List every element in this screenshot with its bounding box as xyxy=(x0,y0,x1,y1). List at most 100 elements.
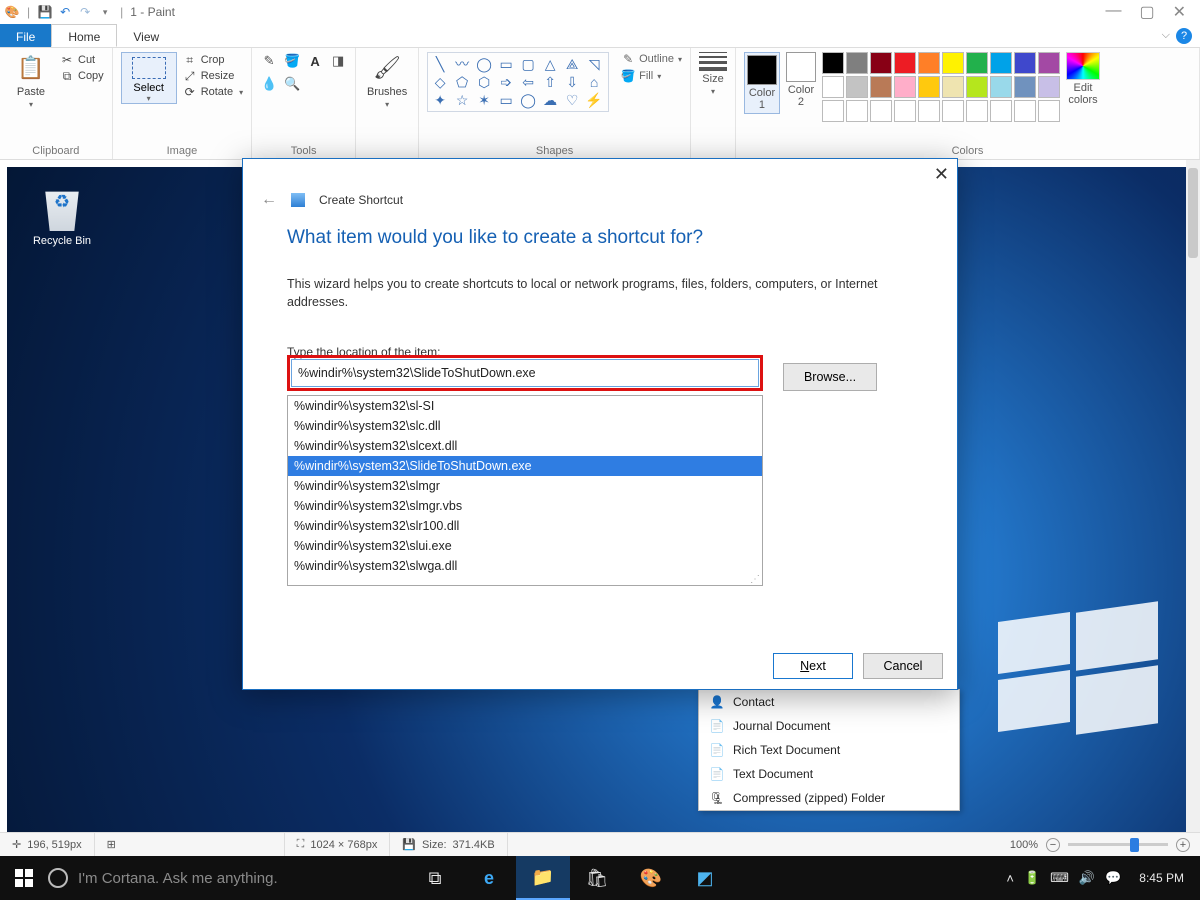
palette-swatch[interactable] xyxy=(966,76,988,98)
shape-arrow-left-icon[interactable]: ⇦ xyxy=(518,73,538,91)
palette-swatch-empty[interactable] xyxy=(918,100,940,122)
shape-arrow-up-icon[interactable]: ⇧ xyxy=(540,73,560,91)
shape-polygon-icon[interactable]: ⟁ xyxy=(562,55,582,73)
palette-swatch[interactable] xyxy=(1014,76,1036,98)
palette-swatch[interactable] xyxy=(822,76,844,98)
palette-swatch[interactable] xyxy=(942,76,964,98)
picker-tool-icon[interactable]: 💧 xyxy=(260,75,278,93)
zoom-slider[interactable] xyxy=(1068,843,1168,846)
size-button[interactable]: Size ▾ xyxy=(699,52,727,96)
eraser-tool-icon[interactable]: ◨ xyxy=(329,52,347,70)
autocomplete-item[interactable]: %windir%\system32\slc.dll xyxy=(288,416,762,436)
shape-line-icon[interactable]: ╲ xyxy=(430,55,450,73)
palette-swatch-empty[interactable] xyxy=(894,100,916,122)
dialog-close-icon[interactable]: ✕ xyxy=(934,164,949,185)
palette-swatch[interactable] xyxy=(1014,52,1036,74)
color1-button[interactable]: Color 1 xyxy=(744,52,780,114)
palette-swatch[interactable] xyxy=(846,52,868,74)
cancel-button[interactable]: Cancel xyxy=(863,653,943,679)
cut-button[interactable]: ✂Cut xyxy=(60,52,104,68)
autocomplete-item[interactable]: %windir%\system32\slui.exe xyxy=(288,536,762,556)
shapes-gallery[interactable]: ╲ 〰 ◯ ▭ ▢ △ ⟁ ◹ ◇ ⬠ ⬡ ➩ ⇦ ⇧ ⇩ ⌂ xyxy=(427,52,609,112)
shape-home-icon[interactable]: ⌂ xyxy=(584,73,604,91)
text-tool-icon[interactable]: A xyxy=(306,52,324,70)
location-input[interactable] xyxy=(291,359,759,387)
palette-swatch[interactable] xyxy=(894,52,916,74)
tab-file[interactable]: File xyxy=(0,24,51,47)
palette-swatch[interactable] xyxy=(966,52,988,74)
zoom-slider-thumb[interactable] xyxy=(1130,838,1139,852)
paste-button[interactable]: 📋 Paste ▾ xyxy=(8,52,54,109)
taskbar-paint[interactable]: 🎨 xyxy=(624,856,678,900)
resize-handle-icon[interactable]: ⋰ xyxy=(288,576,762,585)
autocomplete-item[interactable]: %windir%\system32\sl-SI xyxy=(288,396,762,416)
start-button[interactable] xyxy=(0,856,48,900)
taskbar-store[interactable]: 🛍 xyxy=(570,856,624,900)
shape-triangle-icon[interactable]: △ xyxy=(540,55,560,73)
shape-rect-icon[interactable]: ▭ xyxy=(496,55,516,73)
shape-roundrect-icon[interactable]: ▢ xyxy=(518,55,538,73)
zoom-out-icon[interactable]: − xyxy=(1046,838,1060,852)
recycle-bin[interactable]: ♻ Recycle Bin xyxy=(27,183,97,247)
save-icon[interactable]: 💾 xyxy=(37,4,53,20)
ctx-rtf[interactable]: 📄Rich Text Document xyxy=(699,738,959,762)
palette-swatch[interactable] xyxy=(1038,52,1060,74)
shape-heart-icon[interactable]: ♡ xyxy=(562,91,582,109)
palette-swatch[interactable] xyxy=(870,52,892,74)
ctx-journal[interactable]: 📄Journal Document xyxy=(699,714,959,738)
palette-swatch[interactable] xyxy=(870,76,892,98)
help-icon[interactable]: ? xyxy=(1176,28,1192,44)
magnifier-tool-icon[interactable]: 🔍 xyxy=(283,75,301,93)
palette-swatch-empty[interactable] xyxy=(1014,100,1036,122)
palette-swatch[interactable] xyxy=(918,52,940,74)
autocomplete-item[interactable]: %windir%\system32\slmgr.vbs xyxy=(288,496,762,516)
crop-button[interactable]: ⌗Crop xyxy=(183,52,243,68)
close-icon[interactable]: ✕ xyxy=(1173,2,1186,22)
brushes-button[interactable]: 🖌 Brushes ▾ xyxy=(364,52,410,109)
palette-swatch[interactable] xyxy=(990,76,1012,98)
palette-swatch[interactable] xyxy=(1038,76,1060,98)
browse-button[interactable]: Browse... xyxy=(783,363,877,391)
autocomplete-item[interactable]: %windir%\system32\slwga.dll xyxy=(288,556,762,576)
autocomplete-item[interactable]: %windir%\system32\slmgr xyxy=(288,476,762,496)
fill-tool-icon[interactable]: 🪣 xyxy=(283,52,301,70)
shape-star4-icon[interactable]: ✦ xyxy=(430,91,450,109)
shape-hexagon-icon[interactable]: ⬡ xyxy=(474,73,494,91)
volume-icon[interactable]: 🔊 xyxy=(1079,870,1095,886)
shape-lightning-icon[interactable]: ⚡ xyxy=(584,91,604,109)
taskbar-app[interactable]: ◩ xyxy=(678,856,732,900)
shape-curve-icon[interactable]: 〰 xyxy=(452,55,472,73)
taskbar-edge[interactable]: e xyxy=(462,856,516,900)
shape-oval-icon[interactable]: ◯ xyxy=(474,55,494,73)
palette-swatch-empty[interactable] xyxy=(942,100,964,122)
scrollbar-thumb[interactable] xyxy=(1188,168,1198,258)
palette-swatch[interactable] xyxy=(822,52,844,74)
action-center-icon[interactable]: 💬 xyxy=(1105,870,1121,886)
maximize-icon[interactable]: ▢ xyxy=(1139,2,1154,22)
back-icon[interactable]: ← xyxy=(261,191,277,209)
tray-chevron-icon[interactable]: ˄ xyxy=(1006,871,1014,886)
keyboard-icon[interactable]: ⌨ xyxy=(1050,870,1069,886)
pencil-tool-icon[interactable]: ✎ xyxy=(260,52,278,70)
shape-star5-icon[interactable]: ☆ xyxy=(452,91,472,109)
task-view-button[interactable]: ⧉ xyxy=(408,856,462,900)
shape-arrow-down-icon[interactable]: ⇩ xyxy=(562,73,582,91)
palette-swatch[interactable] xyxy=(894,76,916,98)
tab-view[interactable]: View xyxy=(117,24,175,47)
copy-button[interactable]: ⧉Copy xyxy=(60,68,104,84)
vertical-scrollbar[interactable] xyxy=(1186,160,1200,832)
redo-icon[interactable]: ↷ xyxy=(77,4,93,20)
resize-button[interactable]: ⤢Resize xyxy=(183,68,243,84)
ctx-zip[interactable]: 🗜Compressed (zipped) Folder xyxy=(699,786,959,810)
shape-star6-icon[interactable]: ✶ xyxy=(474,91,494,109)
ctx-contact[interactable]: 👤Contact xyxy=(699,690,959,714)
color2-button[interactable]: Color 2 xyxy=(786,52,816,108)
tab-home[interactable]: Home xyxy=(51,24,117,47)
undo-icon[interactable]: ↶ xyxy=(57,4,73,20)
shape-fill-button[interactable]: 🪣Fill▾ xyxy=(621,69,682,83)
palette-swatch-empty[interactable] xyxy=(846,100,868,122)
palette-swatch-empty[interactable] xyxy=(870,100,892,122)
next-button[interactable]: Next xyxy=(773,653,853,679)
taskbar-clock[interactable]: 8:45 PM xyxy=(1131,871,1192,885)
zoom-in-icon[interactable]: + xyxy=(1176,838,1190,852)
